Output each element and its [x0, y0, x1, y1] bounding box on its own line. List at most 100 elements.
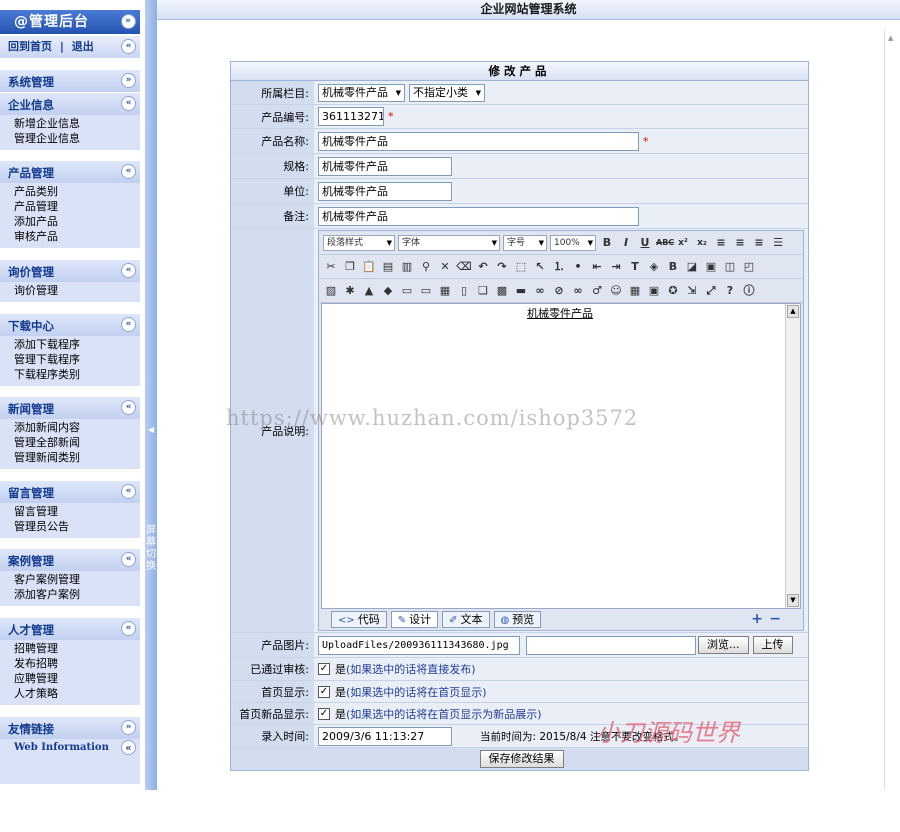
splitter-arrow-icon[interactable]: ◀ [148, 425, 154, 434]
enlarge-icon[interactable]: + [751, 611, 763, 627]
pointer-icon[interactable]: ↖ [532, 259, 548, 275]
tab-design[interactable]: ✎ 设计 [390, 611, 439, 628]
copy-icon[interactable]: ❐ [342, 259, 358, 275]
sidebar-section-title[interactable]: 产品管理 « [0, 161, 140, 183]
zoom-select[interactable]: 100% [550, 234, 596, 251]
insert-textbox-icon[interactable]: ▭ [399, 283, 415, 299]
italic-icon[interactable]: I [618, 235, 634, 251]
sidebar-section-title[interactable]: 企业信息 « [0, 93, 140, 115]
about-icon[interactable]: ⓘ [741, 283, 757, 299]
sidebar-item[interactable]: 管理新闻类别 [14, 450, 140, 465]
scroll-up-icon[interactable]: ▲ [888, 34, 893, 42]
sidebar-item[interactable]: 管理员公告 [14, 519, 140, 534]
layer-icon[interactable]: ◫ [722, 259, 738, 275]
sidebar-item[interactable]: 管理下载程序 [14, 352, 140, 367]
collapse-icon[interactable]: « [121, 39, 136, 54]
sidebar-item[interactable]: 留言管理 [14, 504, 140, 519]
redo-icon[interactable]: ↷ [494, 259, 510, 275]
collapse-icon[interactable]: « [121, 317, 136, 332]
font-select[interactable]: 字体 [398, 234, 500, 251]
insert-button-icon[interactable]: ▬ [513, 283, 529, 299]
sidebar-item[interactable]: 询价管理 [14, 283, 140, 298]
insert-emoticon-icon[interactable]: ☺ [608, 283, 624, 299]
collapse-icon[interactable]: » [121, 14, 136, 29]
image-path-input[interactable]: UploadFiles/200936111343680.jpg [318, 635, 520, 655]
sidebar-section-title[interactable]: 友情链接 » [0, 717, 140, 739]
paste-icon[interactable]: 📋 [361, 259, 377, 275]
scroll-up-icon[interactable]: ▲ [787, 305, 799, 318]
insert-flash-icon[interactable]: ✱ [342, 283, 358, 299]
find-icon[interactable]: ⚲ [418, 259, 434, 275]
sidebar-item[interactable]: 添加新闻内容 [14, 420, 140, 435]
remark-input[interactable]: 机械零件产品 [318, 206, 639, 226]
undo-icon[interactable]: ↶ [475, 259, 491, 275]
justify-icon[interactable]: ☰ [770, 235, 786, 251]
bg-color-icon[interactable]: B [665, 259, 681, 275]
bold-icon[interactable]: B [599, 235, 615, 251]
tab-code[interactable]: <> 代码 [331, 611, 387, 628]
subcategory-select[interactable]: 不指定小类 [409, 83, 485, 102]
sidebar-section-title[interactable]: 询价管理 « [0, 260, 140, 282]
sidebar-item[interactable]: 下载程序类别 [14, 367, 140, 382]
home-link[interactable]: 回到首页 [8, 40, 52, 53]
category-select[interactable]: 机械零件产品 [318, 83, 405, 102]
collapse-icon[interactable]: « [121, 164, 136, 179]
align-right-icon[interactable]: ≡ [751, 235, 767, 251]
sidebar-item[interactable]: 产品类别 [14, 184, 140, 199]
sidebar-section-title[interactable]: 案例管理 « [0, 549, 140, 571]
sidebar-item[interactable]: 招聘管理 [14, 641, 140, 656]
paste-word-icon[interactable]: ▥ [399, 259, 415, 275]
ordered-list-icon[interactable]: ⒈ [551, 259, 567, 275]
file-input[interactable] [526, 635, 696, 655]
delete-icon[interactable]: ✕ [437, 259, 453, 275]
expand-icon[interactable]: » [121, 73, 136, 88]
sidebar-item[interactable]: 审核产品 [14, 229, 140, 244]
spec-input[interactable]: 机械零件产品 [318, 156, 452, 176]
cut-icon[interactable]: ✂ [323, 259, 339, 275]
collapse-icon[interactable]: « [121, 263, 136, 278]
insert-copy-icon[interactable]: ❏ [475, 283, 491, 299]
fill-icon[interactable]: ◪ [684, 259, 700, 275]
expand-icon[interactable]: » [121, 720, 136, 735]
insert-table-icon[interactable]: ▦ [627, 283, 643, 299]
sidebar-section-title[interactable]: 人才管理 « [0, 618, 140, 640]
sidebar-item[interactable]: 添加产品 [14, 214, 140, 229]
logout-link[interactable]: 退出 [72, 40, 94, 53]
font-size-select[interactable]: 字号 [503, 234, 547, 251]
insert-hr-icon[interactable]: ▦ [437, 283, 453, 299]
indent-icon[interactable]: ⇥ [608, 259, 624, 275]
new-product-checkbox[interactable]: ✓ [318, 707, 330, 720]
sidebar-item[interactable]: 客户案例管理 [14, 572, 140, 587]
unit-input[interactable]: 机械零件产品 [318, 181, 452, 201]
page-scrollbar[interactable]: ▲ [884, 30, 898, 790]
insert-anchor-icon[interactable]: ◆ [380, 283, 396, 299]
sidebar-item[interactable]: 应聘管理 [14, 671, 140, 686]
sidebar-section-title[interactable]: 系统管理 » [0, 70, 140, 92]
paste-text-icon[interactable]: ▤ [380, 259, 396, 275]
paragraph-style-select[interactable]: 段落样式 [323, 234, 395, 251]
tab-preview[interactable]: ◍ 预览 [493, 611, 542, 628]
collapse-icon[interactable]: « [121, 740, 136, 755]
insert-page-break-icon[interactable]: ⇲ [684, 283, 700, 299]
save-button[interactable]: 保存修改结果 [479, 750, 564, 768]
layer-2-icon[interactable]: ◰ [741, 259, 757, 275]
remove-link-icon[interactable]: ⊘ [551, 283, 567, 299]
editor-scrollbar[interactable]: ▲ ▼ [785, 304, 800, 608]
insert-link-icon[interactable]: ∞ [532, 283, 548, 299]
text-color-icon[interactable]: T [627, 259, 643, 275]
sidebar-item[interactable]: 发布招聘 [14, 656, 140, 671]
scroll-down-icon[interactable]: ▼ [787, 594, 799, 607]
entry-time-input[interactable]: 2009/3/6 11:13:27 [318, 726, 452, 746]
sidebar-item[interactable]: 管理企业信息 [14, 131, 140, 146]
sidebar-section-title[interactable]: 下载中心 « [0, 314, 140, 336]
sidebar-section-title[interactable]: 留言管理 « [0, 481, 140, 503]
insert-image-icon[interactable]: ▨ [323, 283, 339, 299]
collapse-icon[interactable]: « [121, 621, 136, 636]
sidebar-section-title[interactable]: 新闻管理 « [0, 397, 140, 419]
align-left-icon[interactable]: ≡ [713, 235, 729, 251]
collapse-icon[interactable]: « [121, 484, 136, 499]
insert-field-icon[interactable]: ▭ [418, 283, 434, 299]
strikethrough-icon[interactable]: ABC [656, 235, 674, 251]
home-display-checkbox[interactable]: ✓ [318, 685, 330, 698]
unordered-list-icon[interactable]: • [570, 259, 586, 275]
